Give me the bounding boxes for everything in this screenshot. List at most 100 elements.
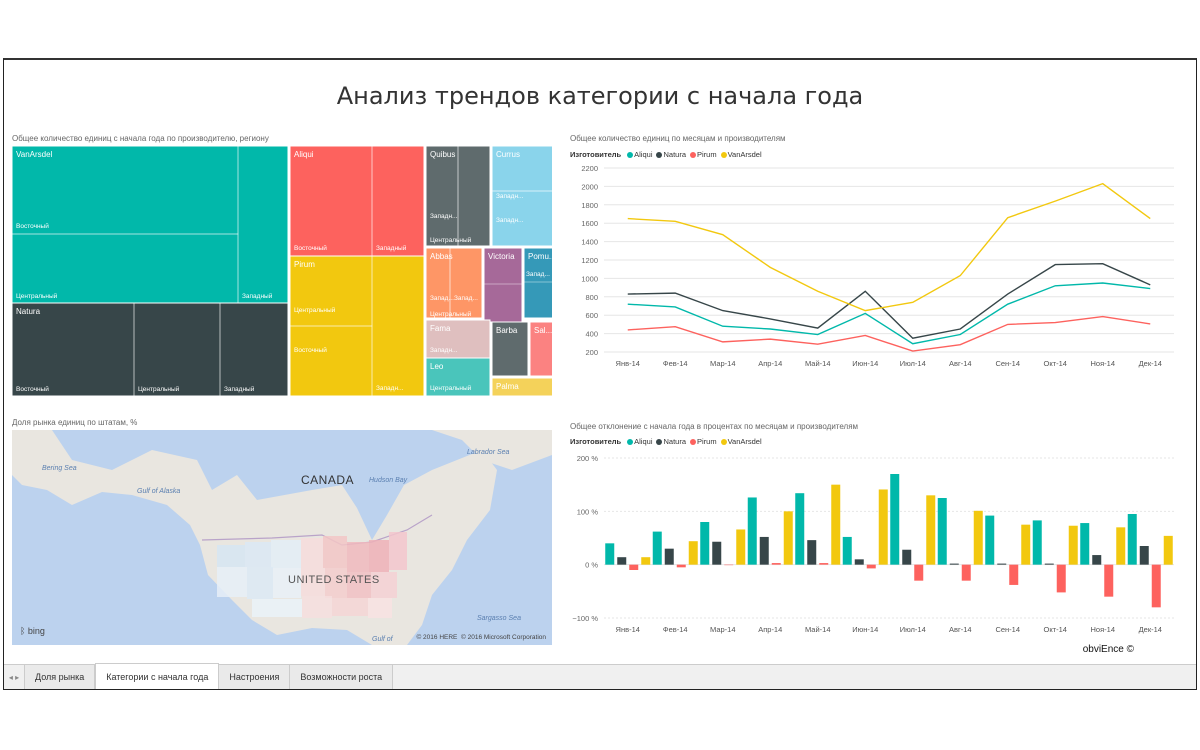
state-region: [368, 598, 392, 618]
treemap-block[interactable]: Sal...: [529, 321, 552, 377]
bar-pirum[interactable]: [1104, 564, 1114, 597]
line-series-natura[interactable]: [627, 262, 1151, 339]
bar-chart-legend: Изготовитель Aliqui Natura Pirum VanArsd…: [570, 437, 762, 446]
bar-y-tick: 100 %: [577, 507, 599, 516]
tab-growth[interactable]: Возможности роста: [290, 665, 394, 689]
bar-x-tick: Май-14: [805, 625, 831, 634]
treemap-block[interactable]: Aliqui: [289, 146, 425, 257]
bar-vanarsdel[interactable]: [688, 541, 698, 565]
state-region: [252, 599, 302, 617]
bar-pirum[interactable]: [1056, 564, 1066, 593]
bar-pirum[interactable]: [629, 564, 639, 570]
line-y-tick: 1400: [581, 238, 598, 247]
line-chart[interactable]: 200 400 600 800 1000 1200 1400 1600 1800 2000 2200…: [564, 160, 1184, 400]
bar-aliqui[interactable]: [795, 493, 805, 565]
bar-natura[interactable]: [664, 548, 674, 565]
bar-vanarsdel[interactable]: [1068, 525, 1078, 565]
bar-vanarsdel[interactable]: [926, 495, 936, 565]
bar-natura[interactable]: [854, 559, 864, 565]
bar-pirum[interactable]: [724, 564, 734, 566]
bar-natura[interactable]: [997, 563, 1007, 565]
map-label-labrador: Labrador Sea: [467, 449, 510, 456]
bar-natura[interactable]: [807, 540, 817, 565]
treemap-label: Pirum: [294, 260, 315, 269]
treemap-block[interactable]: Palma: [491, 377, 552, 396]
treemap-sublabel: Восточный: [294, 346, 327, 354]
bar-natura[interactable]: [759, 536, 769, 565]
bar-vanarsdel[interactable]: [641, 557, 651, 565]
bing-text: bing: [27, 626, 45, 636]
bar-chart[interactable]: 200 % 100 % 0 % −100 % Янв-14 Фев-14 Мар-14 Апр…: [564, 450, 1184, 640]
treemap-block[interactable]: Natura: [12, 302, 289, 396]
treemap-block[interactable]: VanArsdel: [12, 146, 289, 304]
brand-text: obviEnce ©: [1082, 644, 1134, 655]
bing-icon: ᛒ: [20, 626, 26, 636]
bar-natura[interactable]: [1044, 563, 1054, 565]
bar-natura[interactable]: [949, 563, 959, 565]
treemap-block[interactable]: Victoria: [483, 247, 523, 323]
bar-natura[interactable]: [1139, 546, 1149, 565]
chevron-left-icon[interactable]: ◂: [9, 673, 13, 682]
treemap-block[interactable]: Pomu...: [523, 247, 552, 319]
legend-item-natura[interactable]: Natura: [656, 150, 686, 159]
bar-vanarsdel[interactable]: [1116, 527, 1126, 565]
page-tabs: ◂ ▸ Доля рынка Категории с начала года Н…: [4, 663, 1196, 689]
line-x-tick: Ноя-14: [1091, 359, 1116, 368]
tab-scroll-arrows[interactable]: ◂ ▸: [4, 665, 25, 689]
bar-vanarsdel[interactable]: [878, 489, 888, 565]
treemap-sublabel: Центральный: [430, 310, 472, 318]
bar-vanarsdel[interactable]: [783, 511, 793, 565]
legend-item-aliqui[interactable]: Aliqui: [627, 150, 652, 159]
bar-aliqui[interactable]: [652, 531, 662, 565]
line-y-tick: 1600: [581, 219, 598, 228]
bar-pirum[interactable]: [676, 564, 686, 568]
line-series-aliqui[interactable]: [627, 282, 1151, 345]
bar-x-tick: Янв-14: [616, 625, 640, 634]
legend-item-vanarsdel[interactable]: VanArsdel: [720, 150, 762, 159]
bar-aliqui[interactable]: [937, 498, 947, 565]
bar-vanarsdel[interactable]: [1021, 524, 1031, 565]
line-series-vanarsdel[interactable]: [627, 182, 1151, 312]
legend-item-vanarsdel[interactable]: VanArsdel: [720, 437, 762, 446]
bar-vanarsdel[interactable]: [973, 510, 983, 565]
treemap-chart[interactable]: VanArsdel Natura Aliqui Pirum Quibus Currus Ab…: [12, 146, 552, 396]
bar-aliqui[interactable]: [890, 474, 900, 565]
treemap-block[interactable]: Abbas: [425, 247, 483, 319]
treemap-sublabel: Западн...: [496, 193, 524, 200]
bar-natura[interactable]: [902, 549, 912, 565]
bar-pirum[interactable]: [771, 563, 781, 565]
tab-sentiment[interactable]: Настроения: [219, 665, 291, 689]
bar-pirum[interactable]: [819, 563, 829, 565]
legend-item-natura[interactable]: Natura: [656, 437, 686, 446]
bar-vanarsdel[interactable]: [831, 484, 841, 565]
bar-aliqui[interactable]: [1127, 514, 1137, 565]
treemap-sublabel: Центральный: [16, 292, 58, 300]
bar-pirum[interactable]: [914, 564, 924, 581]
state-map[interactable]: Bering Sea Gulf of Alaska Hudson Bay Lab…: [12, 430, 552, 645]
bar-aliqui[interactable]: [747, 497, 757, 565]
tab-market-share[interactable]: Доля рынка: [25, 665, 96, 689]
tab-ytd-category[interactable]: Категории с начала года: [95, 663, 220, 689]
bar-vanarsdel[interactable]: [736, 529, 746, 565]
bar-aliqui[interactable]: [1032, 520, 1042, 565]
bar-aliqui[interactable]: [700, 522, 710, 565]
bar-aliqui[interactable]: [1080, 523, 1090, 565]
bar-pirum[interactable]: [866, 564, 876, 569]
chevron-right-icon[interactable]: ▸: [15, 673, 19, 682]
treemap-block[interactable]: Barba: [491, 321, 529, 377]
bar-vanarsdel[interactable]: [1163, 535, 1173, 565]
bar-pirum[interactable]: [961, 564, 971, 581]
bar-aliqui[interactable]: [842, 536, 852, 565]
bar-aliqui[interactable]: [985, 515, 995, 565]
legend-item-pirum[interactable]: Pirum: [690, 437, 717, 446]
copyright-ms: © 2016 Microsoft Corporation: [461, 634, 546, 641]
bar-pirum[interactable]: [1151, 564, 1161, 608]
bar-pirum[interactable]: [1009, 564, 1019, 585]
bar-natura[interactable]: [712, 541, 722, 565]
bar-natura[interactable]: [617, 557, 627, 565]
legend-item-aliqui[interactable]: Aliqui: [627, 437, 652, 446]
legend-item-pirum[interactable]: Pirum: [690, 150, 717, 159]
bar-x-tick: Авг-14: [949, 625, 972, 634]
bar-aliqui[interactable]: [605, 543, 615, 565]
bar-natura[interactable]: [1092, 555, 1102, 565]
